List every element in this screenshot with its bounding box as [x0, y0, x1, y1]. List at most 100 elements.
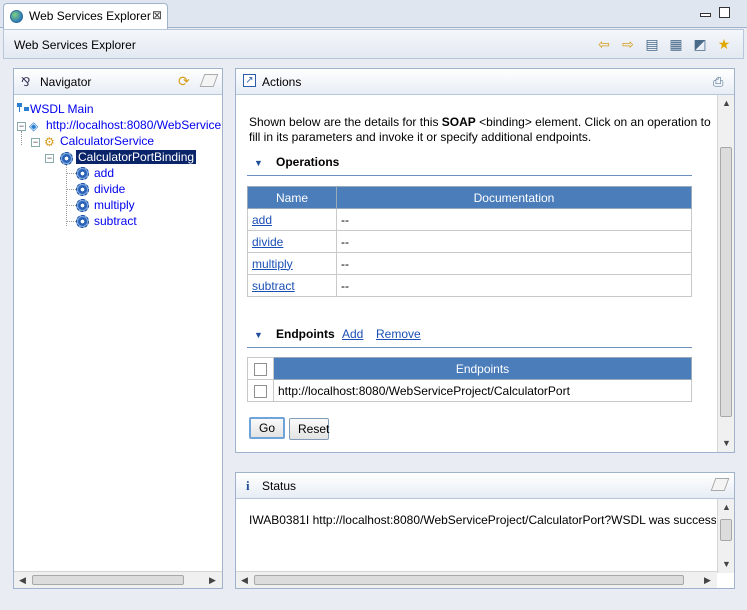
- collapse-toggle-binding[interactable]: −: [45, 154, 54, 163]
- column-header-name: Name: [247, 186, 337, 209]
- print-icon[interactable]: ⎙: [713, 74, 723, 90]
- wsdl-document-icon: ◈: [29, 119, 39, 133]
- navigator-header: ⅋ Navigator ⟳: [14, 69, 222, 95]
- actions-intro-text: Shown below are the details for this SOA…: [249, 115, 717, 145]
- operation-link-subtract[interactable]: subtract: [252, 279, 295, 293]
- status-horizontal-scrollbar[interactable]: ◀ ▶: [236, 571, 717, 588]
- actions-vertical-scrollbar[interactable]: ▲ ▼: [717, 95, 734, 452]
- editor-tab-bar: Web Services Explorer ⊠: [0, 0, 747, 29]
- toolbar-title: Web Services Explorer: [14, 38, 136, 52]
- endpoints-section-title: Endpoints: [276, 327, 335, 341]
- uddi-page-icon[interactable]: ▤: [644, 36, 660, 52]
- table-row: add --: [247, 208, 692, 231]
- status-title: Status: [262, 479, 297, 493]
- scrollbar-thumb[interactable]: [254, 575, 684, 585]
- reset-button[interactable]: Reset: [289, 418, 329, 440]
- tree-item-operation-divide[interactable]: divide: [94, 182, 125, 196]
- binding-gear-icon: [60, 152, 73, 165]
- explorer-toolbar: Web Services Explorer ⇦ ⇨ ▤ ▦ ◩ ★: [3, 29, 744, 59]
- clear-status-eraser-icon[interactable]: [710, 478, 730, 491]
- clear-eraser-icon[interactable]: [199, 74, 219, 87]
- endpoints-table: Endpoints http://localhost:8080/WebServi…: [247, 357, 692, 402]
- scroll-down-arrow-icon[interactable]: ▼: [718, 556, 735, 573]
- collapse-endpoints-triangle-icon[interactable]: ▼: [254, 330, 263, 340]
- select-all-checkbox[interactable]: [254, 362, 267, 376]
- table-row: http://localhost:8080/WebServiceProject/…: [247, 379, 692, 402]
- scroll-right-arrow-icon[interactable]: ▶: [204, 572, 221, 589]
- service-icon: ⚙: [44, 135, 55, 149]
- add-endpoint-link[interactable]: Add: [342, 327, 363, 341]
- maximize-button[interactable]: [719, 7, 730, 18]
- scroll-left-arrow-icon[interactable]: ◀: [236, 572, 253, 589]
- operation-link-add[interactable]: add: [252, 213, 272, 227]
- status-message-viewport: IWAB0381I http://localhost:8080/WebServi…: [236, 509, 716, 529]
- favorites-star-icon[interactable]: ★: [716, 36, 732, 52]
- tree-connector: [66, 189, 76, 190]
- actions-header: ↗ Actions ⎙: [236, 69, 734, 95]
- tree-item-endpoint-url[interactable]: http://localhost:8080/WebService: [46, 118, 221, 132]
- actions-title: Actions: [262, 75, 302, 89]
- operation-gear-icon: [76, 167, 89, 180]
- tree-item-operation-add[interactable]: add: [94, 166, 114, 180]
- endpoint-url-cell: http://localhost:8080/WebServiceProject/…: [273, 379, 692, 402]
- documentation-cell: --: [336, 252, 692, 275]
- tab-title: Web Services Explorer: [29, 9, 151, 23]
- globe-icon: [10, 10, 23, 23]
- tree-item-calculator-service[interactable]: CalculatorService: [60, 134, 154, 148]
- scroll-left-arrow-icon[interactable]: ◀: [14, 572, 31, 589]
- status-pane: i Status IWAB0381I http://localhost:8080…: [235, 472, 735, 589]
- refresh-icon[interactable]: ⟳: [178, 73, 190, 90]
- column-header-documentation: Documentation: [336, 186, 692, 209]
- actions-pane: ↗ Actions ⎙ Shown below are the details …: [235, 68, 735, 453]
- close-icon[interactable]: ⊠: [152, 8, 162, 22]
- forward-arrow-icon[interactable]: ⇨: [620, 36, 636, 52]
- divider: [247, 175, 692, 176]
- tab-web-services-explorer[interactable]: Web Services Explorer ⊠: [3, 3, 168, 29]
- minimize-button[interactable]: [700, 13, 711, 17]
- tree-connector: [66, 205, 76, 206]
- scrollbar-thumb[interactable]: [32, 575, 184, 585]
- intro-text-start: Shown below are the details for this: [249, 115, 442, 129]
- navigator-title: Navigator: [40, 75, 92, 89]
- scroll-right-arrow-icon[interactable]: ▶: [699, 572, 716, 589]
- navigator-horizontal-scrollbar[interactable]: ◀ ▶: [14, 571, 222, 588]
- operations-section-title: Operations: [276, 155, 340, 169]
- operation-link-divide[interactable]: divide: [252, 235, 283, 249]
- tree-connector: [66, 165, 67, 226]
- scroll-up-arrow-icon[interactable]: ▲: [718, 499, 735, 516]
- collapse-toggle-endpoint[interactable]: −: [17, 122, 26, 131]
- documentation-cell: --: [336, 274, 692, 297]
- tree-item-operation-subtract[interactable]: subtract: [94, 214, 137, 228]
- back-arrow-icon[interactable]: ⇦: [596, 36, 612, 52]
- wsdl-main-icon: [17, 103, 31, 114]
- table-row: subtract --: [247, 274, 692, 297]
- status-vertical-scrollbar[interactable]: ▲ ▼: [717, 499, 734, 573]
- operation-gear-icon: [76, 215, 89, 228]
- remove-endpoint-link[interactable]: Remove: [376, 327, 421, 341]
- scroll-up-arrow-icon[interactable]: ▲: [718, 95, 735, 112]
- scrollbar-thumb[interactable]: [720, 519, 732, 541]
- tree-item-operation-multiply[interactable]: multiply: [94, 198, 135, 212]
- scroll-down-arrow-icon[interactable]: ▼: [718, 435, 735, 452]
- go-button[interactable]: Go: [249, 417, 285, 439]
- wsdl-page-icon[interactable]: ◩: [692, 36, 708, 52]
- operation-gear-icon: [76, 199, 89, 212]
- scrollbar-thumb[interactable]: [720, 147, 732, 417]
- operation-gear-icon: [76, 183, 89, 196]
- web-services-explorer-window: Web Services Explorer ⊠ Web Services Exp…: [0, 0, 747, 610]
- intro-text-soap: SOAP: [441, 115, 476, 129]
- navigator-pane: ⅋ Navigator ⟳ WSDL Main − ◈ http://local…: [13, 68, 223, 589]
- tree-item-calculator-port-binding[interactable]: CalculatorPortBinding: [76, 150, 197, 164]
- table-row: multiply --: [247, 252, 692, 275]
- tree-item-wsdl-main[interactable]: WSDL Main: [30, 102, 94, 116]
- collapse-operations-triangle-icon[interactable]: ▼: [254, 158, 263, 168]
- endpoint-checkbox[interactable]: [254, 384, 267, 398]
- collapse-toggle-service[interactable]: −: [31, 138, 40, 147]
- divider: [247, 347, 692, 348]
- wsil-page-icon[interactable]: ▦: [668, 36, 684, 52]
- documentation-cell: --: [336, 230, 692, 253]
- actions-icon: ↗: [243, 74, 256, 87]
- operation-link-multiply[interactable]: multiply: [252, 257, 293, 271]
- tree-connector: [21, 131, 22, 145]
- status-header: i Status: [236, 473, 734, 499]
